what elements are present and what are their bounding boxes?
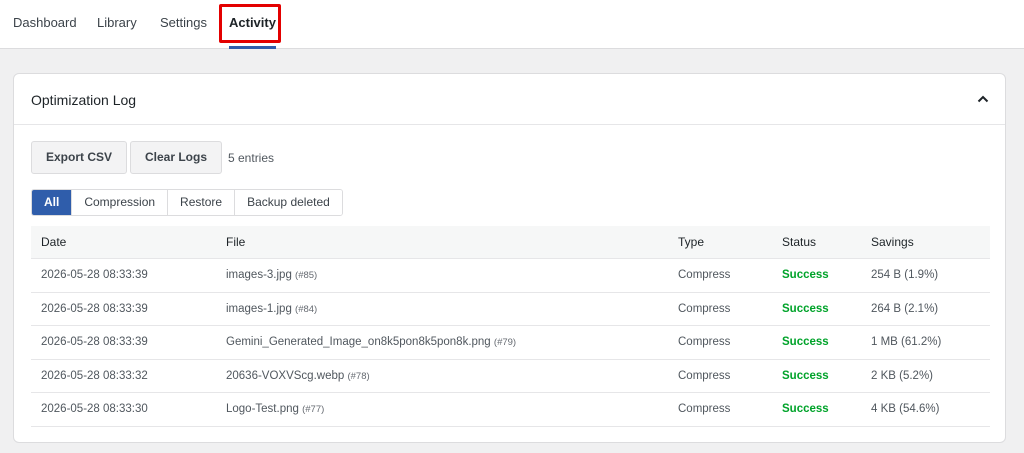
table-row: 2026-05-28 08:33:39 images-1.jpg (#84) C… [31,293,990,327]
attachment-id: (#85) [295,270,318,281]
tab-settings[interactable]: Settings [160,0,207,49]
file-name: images-1.jpg [226,302,292,315]
cell-file: Gemini_Generated_Image_on8k5pon8k5pon8k.… [226,326,516,359]
column-header-status[interactable]: Status [782,226,816,259]
tab-activity[interactable]: Activity [220,0,285,49]
column-header-type[interactable]: Type [678,226,704,259]
active-tab-indicator [229,46,276,49]
collapse-button[interactable] [975,91,991,107]
cell-status: Success [782,403,829,416]
cell-status: Success [782,336,829,349]
attachment-id: (#78) [347,370,370,382]
cell-status: Success [782,302,829,315]
cell-date: 2026-05-28 08:33:32 [41,369,148,382]
cell-date: 2026-05-28 08:33:39 [41,269,148,281]
table-row: 2026-05-28 08:33:39 Gemini_Generated_Ima… [31,326,990,360]
cell-savings: 254 B (1.9%) [871,269,939,281]
cell-date: 2026-05-28 08:33:39 [41,336,148,349]
cell-savings: 4 KB (54.6%) [871,403,940,416]
cell-file: 20636-VOXVScg.webp (#78) [226,360,370,393]
cell-file: Logo-Test.png (#77) [226,393,324,426]
cell-savings: 264 B (2.1%) [871,302,939,315]
file-name: 20636-VOXVScg.webp [226,369,345,382]
table-row: 2026-05-28 08:33:32 20636-VOXVScg.webp (… [31,360,990,394]
column-header-date[interactable]: Date [41,226,66,259]
attachment-id: (#79) [493,337,517,349]
filter-compression[interactable]: Compression [72,190,169,215]
cell-type: Compress [678,403,731,416]
tab-label: Library [97,15,137,30]
table-row: 2026-05-28 08:33:39 images-3.jpg (#85) C… [31,259,990,293]
log-filter-group: All Compression Restore Backup deleted [31,189,343,216]
cell-type: Compress [678,336,731,349]
cell-date: 2026-05-28 08:33:39 [41,302,148,315]
cell-savings: 2 KB (5.2%) [871,369,933,382]
tab-label: Dashboard [13,15,77,30]
tab-library[interactable]: Library [97,0,137,49]
file-name: Logo-Test.png [226,403,299,416]
log-table: Date File Type Status Savings 2026-05-28… [31,226,990,427]
table-header: Date File Type Status Savings [31,226,990,259]
cell-status: Success [782,269,829,281]
tab-label: Settings [160,15,207,30]
cell-type: Compress [678,302,731,315]
file-name: Gemini_Generated_Image_on8k5pon8k5pon8k.… [226,336,491,349]
optimization-log-panel: Optimization Log Export CSV Clear Logs 5… [13,73,1006,443]
cell-file: images-1.jpg (#84) [226,293,317,326]
entries-count: 5 entries [228,151,275,165]
tab-dashboard[interactable]: Dashboard [13,0,77,49]
cell-file: images-3.jpg (#85) [226,259,317,292]
panel-title: Optimization Log [31,92,137,108]
filter-backup-deleted[interactable]: Backup deleted [235,190,342,215]
cell-status: Success [782,369,829,382]
tab-label: Activity [229,15,276,30]
export-csv-button[interactable]: Export CSV [31,141,128,174]
cell-date: 2026-05-28 08:33:30 [41,403,148,416]
attachment-id: (#77) [302,404,325,416]
clear-logs-button[interactable]: Clear Logs [130,141,223,174]
cell-savings: 1 MB (61.2%) [871,336,942,349]
chevron-up-icon [977,95,989,103]
cell-type: Compress [678,369,731,382]
attachment-id: (#84) [295,303,318,315]
table-row: 2026-05-28 08:33:30 Logo-Test.png (#77) … [31,393,990,427]
column-header-file[interactable]: File [226,226,245,259]
cell-type: Compress [678,269,731,281]
file-name: images-3.jpg [226,269,292,281]
panel-header: Optimization Log [14,74,1005,125]
column-header-savings[interactable]: Savings [871,226,914,259]
top-nav: Dashboard Library Settings Activity [0,0,1024,49]
filter-all[interactable]: All [32,190,73,215]
filter-restore[interactable]: Restore [168,190,236,215]
